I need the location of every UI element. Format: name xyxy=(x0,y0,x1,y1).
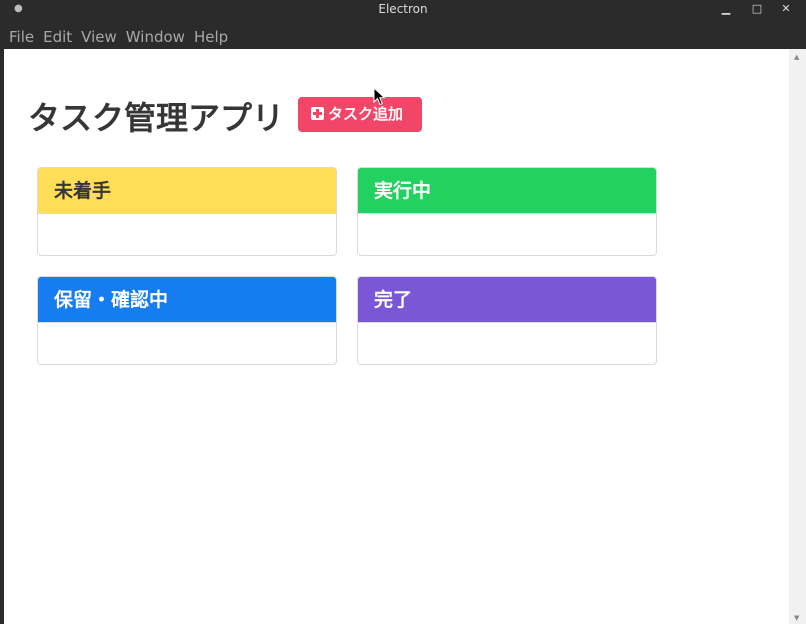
column-doing: 実行中 xyxy=(357,167,657,256)
window-titlebar: ● Electron ▁ □ ✕ xyxy=(0,0,806,18)
minimize-icon[interactable]: ▁ xyxy=(718,0,734,18)
menu-bar: File Edit View Window Help xyxy=(0,24,806,49)
scroll-down-icon[interactable]: ▼ xyxy=(794,614,799,622)
app-content: タスク管理アプリ タスク追加 未着手 実行中 保留・確認中 完了 xyxy=(4,49,789,624)
column-pending: 保留・確認中 xyxy=(37,276,337,365)
menu-edit[interactable]: Edit xyxy=(37,24,75,48)
column-done: 完了 xyxy=(357,276,657,365)
column-done-body[interactable] xyxy=(358,323,656,364)
close-icon[interactable]: ✕ xyxy=(778,0,794,18)
add-task-label: タスク追加 xyxy=(328,105,404,123)
mouse-pointer-icon xyxy=(373,87,386,106)
column-todo-heading: 未着手 xyxy=(38,168,336,214)
menu-view[interactable]: View xyxy=(75,24,120,48)
plus-square-icon xyxy=(311,107,324,120)
menu-window[interactable]: Window xyxy=(120,24,188,48)
column-todo-body[interactable] xyxy=(38,214,336,255)
menu-help[interactable]: Help xyxy=(188,24,231,48)
column-todo: 未着手 xyxy=(37,167,337,256)
column-doing-heading: 実行中 xyxy=(358,168,656,214)
maximize-icon[interactable]: □ xyxy=(749,0,765,18)
page-title: タスク管理アプリ xyxy=(28,99,285,137)
vertical-scrollbar[interactable]: ▲ ▼ xyxy=(789,49,806,624)
scroll-up-icon[interactable]: ▲ xyxy=(794,53,799,61)
column-pending-body[interactable] xyxy=(38,323,336,364)
add-task-button[interactable]: タスク追加 xyxy=(298,97,422,132)
menu-file[interactable]: File xyxy=(0,24,37,48)
column-pending-heading: 保留・確認中 xyxy=(38,277,336,323)
column-done-heading: 完了 xyxy=(358,277,656,323)
window-title: Electron xyxy=(378,2,428,16)
column-doing-body[interactable] xyxy=(358,214,656,255)
